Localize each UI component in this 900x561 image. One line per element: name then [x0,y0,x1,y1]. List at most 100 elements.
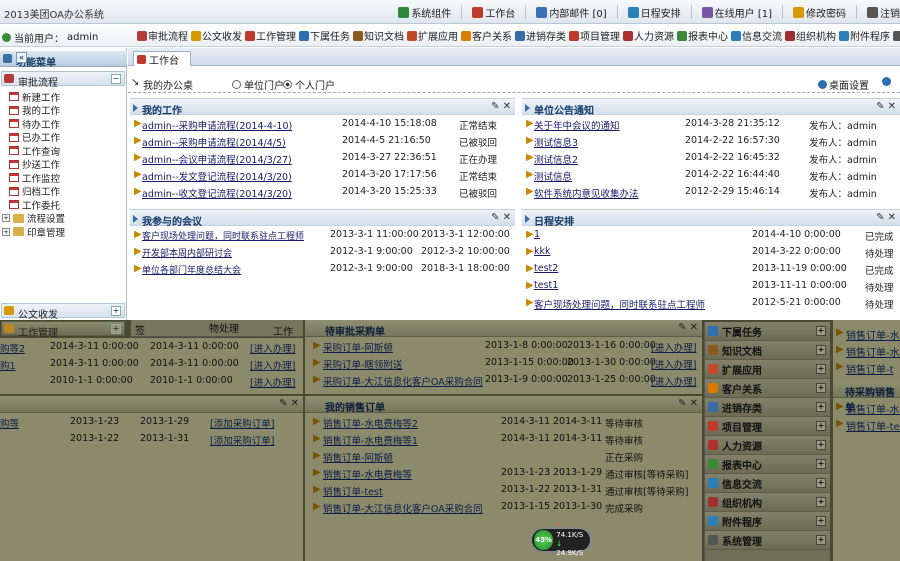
sidebar-item[interactable]: 工作委托 [2,198,65,212]
cell-name[interactable]: 销售订单-水电 [846,344,900,359]
module-button[interactable]: 项目管理 [569,28,620,43]
module-menu-item[interactable]: 扩展应用 + [705,360,830,379]
sidebar-item[interactable]: 新建工作 [2,90,65,104]
dim-tab[interactable]: 工作 [273,323,293,338]
expand-icon[interactable]: + [816,345,826,355]
panel-actions[interactable]: ✎ ✕ [876,101,896,112]
module-menu-item[interactable]: 知识文档 + [705,341,830,360]
cell-action[interactable]: [进入办理] [250,341,295,355]
radio-personal-portal[interactable]: 个人门户 [283,77,335,92]
expand-icon[interactable]: + [816,516,826,526]
dim-tab[interactable]: 签 [135,322,145,337]
cell-name[interactable]: kkk [534,246,551,257]
module-menu-item[interactable]: 报表中心 + [705,455,830,474]
cell-name[interactable]: 采购订单-大江信息化客户OA采购合同 [323,374,483,388]
cell-action[interactable]: [进入办理] [250,375,295,389]
sidebar-item[interactable]: 待办工作 [2,117,65,131]
top-link[interactable]: 内部邮件 [0] [536,5,607,20]
panel-actions[interactable]: ✎ ✕ [491,101,511,112]
top-link[interactable]: 系统组件 [398,5,451,20]
module-button[interactable]: 报表中心 [677,28,728,43]
module-button[interactable]: 下属任务 [299,28,350,43]
cell-name[interactable]: 销售订单-水电费梅等1 [323,433,418,447]
cell-name[interactable]: 采购订单-瞎领附送 [323,357,402,371]
expand-icon[interactable]: + [816,383,826,393]
module-menu-item[interactable]: 项目管理 + [705,417,830,436]
collapse-icon[interactable]: « [16,52,27,63]
cell-name[interactable]: 客户现场处理问题，同时联系驻点工程师 [534,297,705,311]
cell-name[interactable]: admin--采购申请流程(2014/4/5) [142,135,286,149]
cell-name[interactable]: 购1 [0,358,16,372]
expand-icon[interactable]: + [816,478,826,488]
expand-icon[interactable]: + [816,421,826,431]
panel-actions[interactable]: ✎ ✕ [678,322,698,333]
cell-name[interactable]: admin--发文登记流程(2014/3/20) [142,169,292,183]
sidebar-section-docs[interactable]: 公文收发 + [1,303,125,321]
cell-name[interactable]: 销售订单-水电费梅等 [323,467,412,481]
expand-section-icon[interactable]: + [111,306,121,316]
sidebar-item[interactable]: 已办工作 [2,131,65,144]
cell-action[interactable]: [进入办理] [651,374,696,388]
expand-icon[interactable]: + [816,535,826,545]
cell-name[interactable]: 采购订单-阿斯顿 [323,340,393,354]
expand-icon[interactable]: + [816,402,826,412]
cell-name[interactable]: 关于年中会议的通知 [534,118,620,132]
cell-name[interactable]: 1 [534,229,540,240]
cell-name[interactable]: 客户现场处理问题，同时联系驻点工程师 [142,229,304,242]
sidebar-section-work[interactable]: 工作管理 + [1,321,125,339]
more-button[interactable] [882,77,891,86]
cell-action[interactable]: [添加采购订单] [210,416,274,430]
sidebar-item[interactable]: 我的工作 [2,104,65,117]
sidebar-group[interactable]: + 流程设置 [2,212,65,225]
module-menu-item[interactable]: 附件程序 + [705,512,830,531]
module-menu-item[interactable]: 系统管理 + [705,531,830,550]
module-button[interactable]: 信息交流 [731,28,782,43]
module-menu-item[interactable]: 客户关系 + [705,379,830,398]
sidebar-section-approval[interactable]: 审批流程 − [1,71,125,89]
module-button[interactable]: 知识文档 [353,28,404,43]
module-button[interactable]: 人力资源 [623,28,674,43]
cell-name[interactable]: 销售订单-test [323,484,383,498]
panel-actions[interactable]: ✎ ✕ [279,398,299,409]
module-button[interactable]: 客户关系 [461,28,512,43]
expand-icon[interactable]: + [2,227,10,236]
desk-settings-button[interactable]: 桌面设置 [818,77,869,92]
dim-tab[interactable]: 物处理 [209,320,239,335]
sidebar-item[interactable]: 工作查询 [2,144,65,158]
cell-name[interactable]: 购等2 [0,341,25,355]
cell-name[interactable]: test1 [534,280,558,291]
module-menu-item[interactable]: 信息交流 + [705,474,830,493]
cell-name[interactable]: 销售订单-阿斯顿 [323,450,393,464]
cell-name[interactable]: admin--采购申请流程(2014-4-10) [142,118,292,132]
cell-action[interactable]: [添加采购订单] [210,433,274,447]
sidebar-item[interactable]: 工作监控 [2,171,65,185]
top-link[interactable]: 日程安排 [627,5,681,20]
cell-name[interactable]: 购等 [0,416,19,430]
module-button[interactable]: 审批流程 [137,28,188,43]
module-menu-item[interactable]: 组织机构 + [705,493,830,512]
module-menu-item[interactable]: 进销存类 + [705,398,830,417]
expand-icon[interactable]: + [816,497,826,507]
expand-section-icon[interactable]: + [111,324,121,334]
cell-name[interactable]: 销售订单-水电费梅等2 [323,416,418,430]
expand-icon[interactable]: + [816,459,826,469]
module-button[interactable]: 进销存类 [515,28,566,43]
panel-actions[interactable]: ✎ ✕ [678,398,698,409]
expand-icon[interactable]: + [816,326,826,336]
cell-name[interactable]: 销售订单-水电 [846,327,900,342]
expand-icon[interactable]: + [816,364,826,374]
cell-action[interactable]: [进入办理] [651,340,696,354]
module-button[interactable]: 组织机构 [785,28,836,43]
cell-name[interactable]: 销售订单-t [846,361,894,376]
module-button[interactable]: 工作管理 [245,28,296,43]
cell-name[interactable]: 开发部本周内部研讨会 [142,246,232,259]
collapse-section-icon[interactable]: − [111,74,121,84]
cell-name[interactable]: 销售订单-大江信息化客户OA采购合同 [323,501,483,515]
cell-name[interactable]: admin--收文登记流程(2014/3/20) [142,186,292,200]
panel-actions[interactable]: ✎ ✕ [876,212,896,223]
sidebar-group[interactable]: + 印章管理 [2,225,65,239]
cell-name[interactable]: 测试信息 [534,169,572,183]
module-button[interactable]: 扩展应用 [407,28,458,43]
top-link[interactable]: 注销 [867,5,900,20]
cell-name[interactable]: test2 [534,263,558,274]
